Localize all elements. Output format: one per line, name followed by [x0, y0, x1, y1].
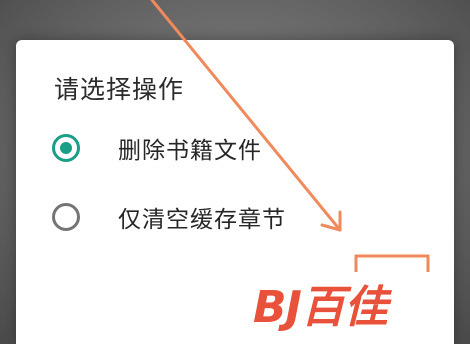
option-label: 删除书籍文件 — [118, 138, 262, 164]
radio-unchecked-icon[interactable] — [52, 203, 80, 231]
action-dialog: 请选择操作 删除书籍文件 仅清空缓存章节 — [16, 40, 454, 344]
option-label: 仅清空缓存章节 — [118, 207, 286, 233]
dialog-title: 请选择操作 — [54, 75, 185, 104]
watermark-text: BJ百佳 — [253, 282, 388, 333]
option-clear-cached-chapters[interactable]: 仅清空缓存章节 — [52, 197, 286, 237]
radio-checked-icon[interactable] — [52, 134, 80, 162]
watermark-logo: BJ百佳 — [253, 268, 388, 338]
option-delete-book-files[interactable]: 删除书籍文件 — [52, 128, 262, 168]
